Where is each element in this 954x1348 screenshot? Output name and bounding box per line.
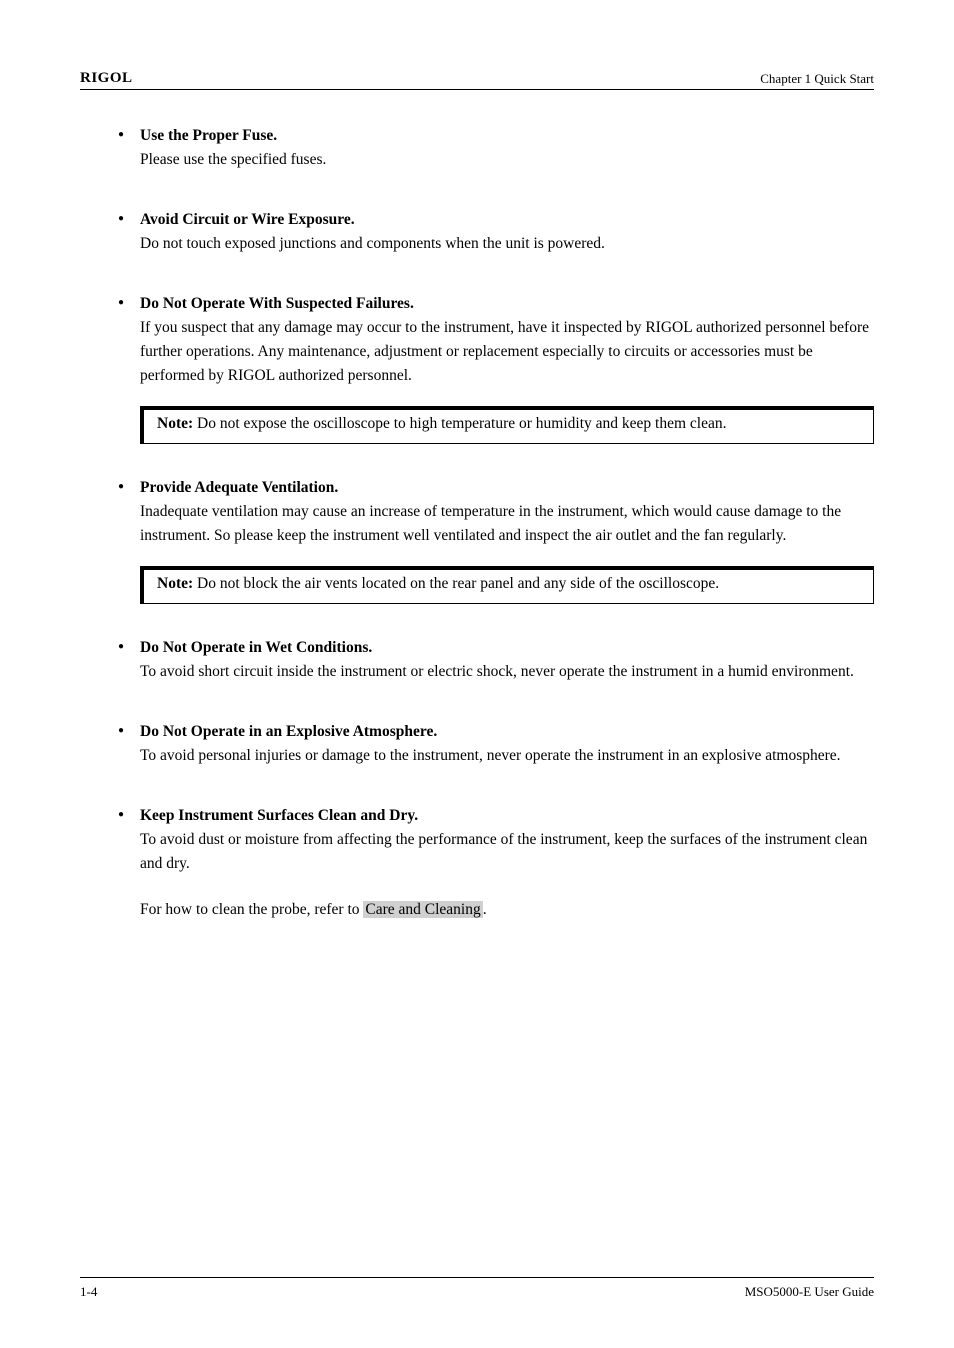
list-item: Avoid Circuit or Wire Exposure. Do not t…	[118, 208, 874, 256]
bullet-icon	[118, 292, 140, 452]
doc-title: MSO5000-E User Guide	[745, 1284, 874, 1300]
list-item: Do Not Operate in an Explosive Atmospher…	[118, 720, 874, 768]
page-number: 1-4	[80, 1284, 97, 1300]
list-item: Do Not Operate With Suspected Failures. …	[118, 292, 874, 452]
note-box: Note: Do not expose the oscilloscope to …	[140, 406, 874, 444]
cross-ref-link[interactable]: Care and Cleaning	[363, 901, 482, 918]
bullet-icon	[118, 476, 140, 612]
item-text: To avoid dust or moisture from affecting…	[140, 828, 874, 876]
item-title: Keep Instrument Surfaces Clean and Dry.	[140, 804, 874, 828]
note-box: Note: Do not block the air vents located…	[140, 566, 874, 604]
item-text: Do not touch exposed junctions and compo…	[140, 235, 605, 252]
item-text: Please use the specified fuses.	[140, 151, 326, 168]
item-title: Use the Proper Fuse.	[140, 124, 874, 148]
list-item: Do Not Operate in Wet Conditions. To avo…	[118, 636, 874, 684]
item-text: Inadequate ventilation may cause an incr…	[140, 503, 841, 544]
item-text: If you suspect that any damage may occur…	[140, 319, 869, 384]
item-title: Do Not Operate With Suspected Failures.	[140, 292, 874, 316]
brand-label: RIGOL	[80, 70, 133, 87]
bullet-icon	[118, 208, 140, 256]
text-fragment: For how to clean the probe, refer to	[140, 901, 363, 918]
page-footer: 1-4 MSO5000-E User Guide	[80, 1277, 874, 1300]
bullet-icon	[118, 124, 140, 172]
list-item: Provide Adequate Ventilation. Inadequate…	[118, 476, 874, 612]
item-title: Provide Adequate Ventilation.	[140, 476, 874, 500]
bullet-icon	[118, 720, 140, 768]
bullet-icon	[118, 804, 140, 922]
note-label: Note:	[157, 575, 193, 592]
note-body: Do not expose the oscilloscope to high t…	[193, 415, 726, 432]
item-text: To avoid short circuit inside the instru…	[140, 663, 854, 680]
list-item: Keep Instrument Surfaces Clean and Dry. …	[118, 804, 874, 922]
page-header: RIGOL Chapter 1 Quick Start	[80, 70, 874, 90]
item-text: To avoid personal injuries or damage to …	[140, 747, 841, 764]
item-text-line2: For how to clean the probe, refer to Car…	[140, 898, 874, 922]
text-fragment: .	[483, 901, 487, 918]
item-title: Avoid Circuit or Wire Exposure.	[140, 208, 874, 232]
content-body: Use the Proper Fuse. Please use the spec…	[80, 124, 874, 922]
item-title: Do Not Operate in Wet Conditions.	[140, 636, 874, 660]
note-body: Do not block the air vents located on th…	[193, 575, 719, 592]
item-title: Do Not Operate in an Explosive Atmospher…	[140, 720, 874, 744]
bullet-icon	[118, 636, 140, 684]
note-label: Note:	[157, 415, 193, 432]
chapter-label: Chapter 1 Quick Start	[760, 71, 874, 87]
list-item: Use the Proper Fuse. Please use the spec…	[118, 124, 874, 172]
